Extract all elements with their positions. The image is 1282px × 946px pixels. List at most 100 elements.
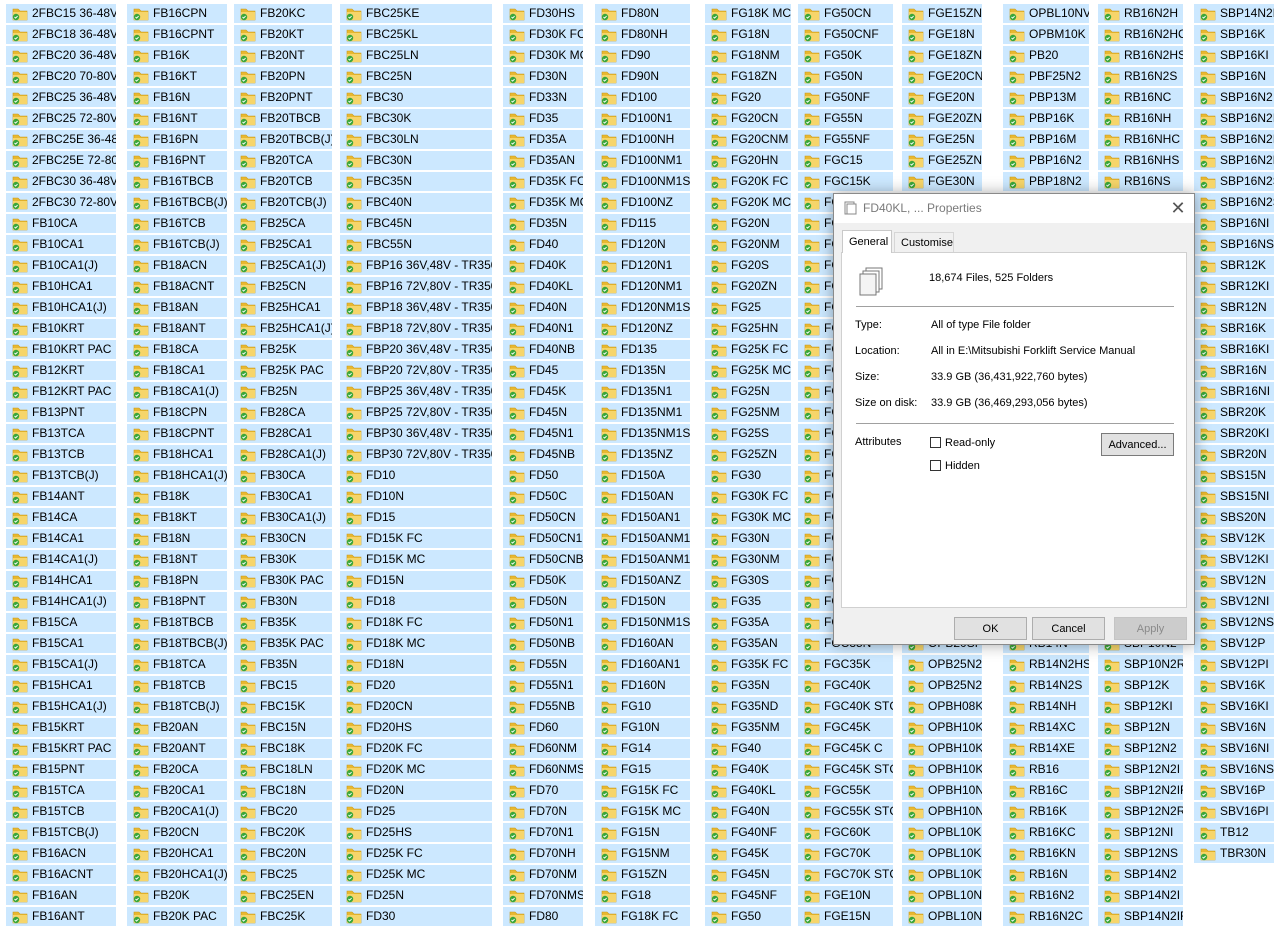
folder-item[interactable]: FGC70K STC <box>798 865 893 884</box>
folder-item[interactable]: FD25K FC <box>340 844 492 863</box>
folder-item[interactable]: FD70NM <box>503 865 583 884</box>
folder-item[interactable]: SBV12NI <box>1194 592 1274 611</box>
folder-item[interactable]: PBP13M <box>1003 88 1089 107</box>
folder-item[interactable]: FB18KT <box>127 508 227 527</box>
folder-item[interactable]: SBP16N2R <box>1194 151 1274 170</box>
folder-item[interactable]: RB16N2 <box>1003 886 1089 905</box>
folder-item[interactable]: FG10 <box>595 697 690 716</box>
folder-item[interactable]: FB15HCA1(J) <box>6 697 116 716</box>
folder-item[interactable]: SBV12KI <box>1194 550 1274 569</box>
folder-item[interactable]: FBC15K <box>234 697 332 716</box>
folder-item[interactable]: FGE30N <box>902 172 982 191</box>
folder-item[interactable]: FD55N1 <box>503 676 583 695</box>
folder-item[interactable]: OPB25N2 <box>902 655 982 674</box>
folder-item[interactable]: FB10CA <box>6 214 116 233</box>
folder-item[interactable]: FD10N <box>340 487 492 506</box>
folder-item[interactable]: SBP14N2 <box>1098 865 1183 884</box>
folder-item[interactable]: FG55NF <box>798 130 893 149</box>
folder-item[interactable]: FD135NZ <box>595 445 690 464</box>
folder-item[interactable]: FD30N <box>503 67 583 86</box>
folder-item[interactable]: FB18CA1(J) <box>127 382 227 401</box>
folder-item[interactable]: 2FBC30 72-80V <box>6 193 116 212</box>
folder-item[interactable]: SBP12N <box>1098 718 1183 737</box>
folder-item[interactable]: FB16N <box>127 88 227 107</box>
folder-item[interactable]: FG20S <box>705 256 791 275</box>
folder-item[interactable]: FD35 <box>503 109 583 128</box>
folder-item[interactable]: FG20CN <box>705 109 791 128</box>
folder-item[interactable]: FB35K <box>234 613 332 632</box>
folder-item[interactable]: FGE25ZN <box>902 151 982 170</box>
folder-item[interactable]: SBR20N <box>1194 445 1274 464</box>
folder-item[interactable]: SBP12NS <box>1098 844 1183 863</box>
folder-item[interactable]: FB15CA <box>6 613 116 632</box>
folder-item[interactable]: FB14ANT <box>6 487 116 506</box>
folder-item[interactable]: FD150A <box>595 466 690 485</box>
folder-item[interactable]: FB12KRT <box>6 361 116 380</box>
folder-item[interactable]: FB18TCA <box>127 655 227 674</box>
folder-item[interactable]: SBP12N2R <box>1098 802 1183 821</box>
folder-item[interactable]: RB16NHC <box>1098 130 1183 149</box>
folder-item[interactable]: FB16TBCB <box>127 172 227 191</box>
folder-item[interactable]: FB18CA1 <box>127 361 227 380</box>
folder-item[interactable]: FB28CA <box>234 403 332 422</box>
close-button[interactable]: ✕ <box>1162 194 1194 223</box>
folder-item[interactable]: SBP10N2R <box>1098 655 1183 674</box>
folder-item[interactable]: SBP16NS <box>1194 235 1274 254</box>
folder-item[interactable]: FBC25K <box>234 907 332 926</box>
folder-item[interactable]: FD135 <box>595 340 690 359</box>
folder-item[interactable]: FB15TCB(J) <box>6 823 116 842</box>
folder-item[interactable]: FD150AN1 <box>595 508 690 527</box>
folder-item[interactable]: FG30K FC <box>705 487 791 506</box>
folder-item[interactable]: FB20CA1 <box>127 781 227 800</box>
folder-item[interactable]: SBR16NI <box>1194 382 1274 401</box>
folder-item[interactable]: FB20CA <box>127 760 227 779</box>
tab-customise[interactable]: Customise <box>894 232 954 252</box>
folder-item[interactable]: FD35K FC <box>503 172 583 191</box>
folder-item[interactable]: SBV16P <box>1194 781 1274 800</box>
folder-item[interactable]: FD70NMS <box>503 886 583 905</box>
folder-item[interactable]: RB16N2HC <box>1098 25 1183 44</box>
folder-item[interactable]: FG25S <box>705 424 791 443</box>
folder-item[interactable]: FG18K MC <box>705 4 791 23</box>
folder-item[interactable]: FB18TCB <box>127 676 227 695</box>
folder-item[interactable]: SBP16N2IR <box>1194 130 1274 149</box>
folder-item[interactable]: FB18PNT <box>127 592 227 611</box>
folder-item[interactable]: FB16TBCB(J) <box>127 193 227 212</box>
folder-item[interactable]: FD100NM1S <box>595 172 690 191</box>
folder-item[interactable]: RB14N2S <box>1003 676 1089 695</box>
folder-item[interactable]: OPBH10K <box>902 718 982 737</box>
folder-item[interactable]: SBP12NI <box>1098 823 1183 842</box>
folder-item[interactable]: FB25K PAC <box>234 361 332 380</box>
folder-item[interactable]: FD40K <box>503 256 583 275</box>
folder-item[interactable]: SBP16N2SR <box>1194 193 1274 212</box>
folder-item[interactable]: FD135N <box>595 361 690 380</box>
folder-item[interactable]: OPBH08K <box>902 697 982 716</box>
folder-item[interactable]: FD30K FC <box>503 25 583 44</box>
folder-item[interactable]: FG15NM <box>595 844 690 863</box>
folder-item[interactable]: FD35A <box>503 130 583 149</box>
folder-item[interactable]: FG50CN <box>798 4 893 23</box>
folder-item[interactable]: FB18TCB(J) <box>127 697 227 716</box>
folder-item[interactable]: RB14NH <box>1003 697 1089 716</box>
folder-item[interactable]: FB16TCB(J) <box>127 235 227 254</box>
folder-item[interactable]: RB16NC <box>1098 88 1183 107</box>
folder-item[interactable]: FG18ZN <box>705 67 791 86</box>
folder-item[interactable]: FG25 <box>705 298 791 317</box>
folder-item[interactable]: FG55N <box>798 109 893 128</box>
folder-item[interactable]: FG35N <box>705 676 791 695</box>
folder-item[interactable]: FD50N <box>503 592 583 611</box>
folder-item[interactable]: FGE20ZN <box>902 109 982 128</box>
folder-item[interactable]: FG25ZN <box>705 445 791 464</box>
folder-item[interactable]: FB25CN <box>234 277 332 296</box>
folder-item[interactable]: FB16K <box>127 46 227 65</box>
folder-item[interactable]: FB15KRT <box>6 718 116 737</box>
folder-item[interactable]: SBS20N <box>1194 508 1274 527</box>
folder-item[interactable]: FGC15 <box>798 151 893 170</box>
folder-item[interactable]: FD30 <box>340 907 492 926</box>
folder-item[interactable]: OPB25N2P <box>902 676 982 695</box>
folder-item[interactable]: FB25CA1 <box>234 235 332 254</box>
folder-item[interactable]: FG50CNF <box>798 25 893 44</box>
folder-item[interactable]: FD150AN <box>595 487 690 506</box>
folder-item[interactable]: FGC70K <box>798 844 893 863</box>
folder-item[interactable]: FB20CN <box>127 823 227 842</box>
